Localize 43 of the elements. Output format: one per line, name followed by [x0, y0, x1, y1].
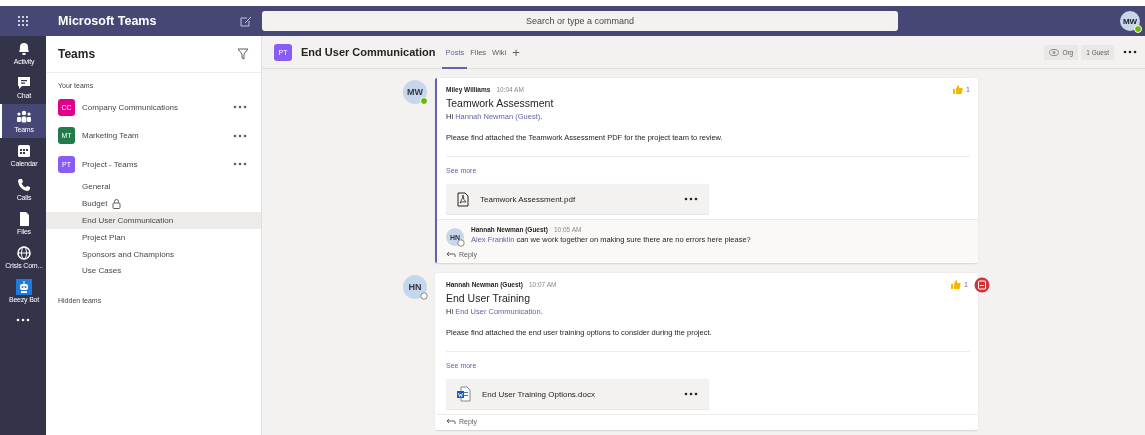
more-options-icon — [1123, 50, 1137, 54]
search-field[interactable]: Search or type a command — [262, 11, 898, 31]
more-icon — [16, 318, 30, 322]
attachment-card[interactable]: End User Training Options.docx — [446, 379, 709, 409]
channel-item[interactable]: General — [46, 178, 261, 196]
more-options-icon — [233, 105, 247, 110]
channel-item[interactable]: End User Communication — [46, 212, 261, 229]
user-avatar[interactable]: MW — [1120, 11, 1140, 31]
robot-icon — [16, 279, 32, 295]
eye-icon — [1049, 48, 1060, 56]
add-tab-button[interactable]: + — [509, 44, 523, 60]
post-subject: Teamwork Assessment — [446, 97, 555, 109]
people-icon — [16, 109, 32, 125]
channel-item[interactable]: Project Plan — [46, 228, 261, 246]
calendar-icon — [16, 143, 32, 159]
app-launcher-icon — [17, 15, 29, 27]
attachment-card[interactable]: Teamwork Assessment.pdf — [446, 184, 709, 214]
post-subject: End User Training — [446, 292, 532, 304]
channel-item[interactable]: Use Cases — [46, 262, 261, 280]
reply-arrow-icon — [446, 251, 456, 258]
word-file-icon — [457, 386, 471, 402]
filter-icon — [237, 48, 249, 60]
avatar-initials: MW — [407, 87, 423, 97]
pdf-file-icon — [457, 191, 469, 207]
thumbs-up-icon — [950, 279, 962, 290]
avatar-initials: HN — [408, 282, 422, 292]
phone-icon — [16, 177, 32, 193]
thumbs-up-icon — [952, 84, 964, 95]
more-options-icon — [684, 197, 698, 201]
panel-title: Teams — [58, 47, 96, 61]
more-options-icon — [233, 162, 247, 167]
reply-arrow-icon — [446, 418, 456, 425]
channel-item[interactable]: Sponsors and Champions — [46, 245, 261, 263]
bell-icon — [16, 41, 32, 57]
chat-icon — [16, 75, 32, 91]
more-options-icon — [684, 392, 698, 396]
avatar-initials: MW — [1122, 16, 1138, 26]
compose-icon — [240, 15, 252, 27]
more-options-icon — [233, 133, 247, 138]
app-title: Microsoft Teams — [58, 14, 157, 28]
channel-title: End User Communication — [301, 46, 436, 58]
globe-icon — [16, 245, 32, 261]
channel-item[interactable]: Budget — [46, 195, 261, 213]
